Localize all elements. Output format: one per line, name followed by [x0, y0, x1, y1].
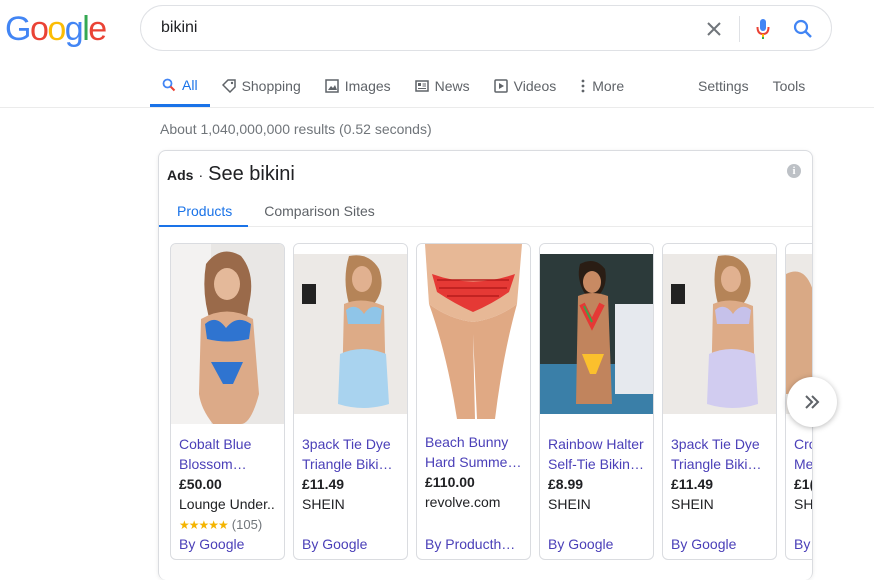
- tools-link[interactable]: Tools: [761, 66, 818, 106]
- video-icon: [493, 79, 508, 93]
- microphone-icon[interactable]: [752, 18, 774, 40]
- tab-label: Images: [344, 78, 391, 94]
- tab-label: Videos: [513, 78, 557, 94]
- logo-letter: G: [5, 10, 31, 48]
- product-title[interactable]: Cro Me: [794, 434, 812, 474]
- tab-all[interactable]: All: [150, 66, 210, 107]
- tab-more[interactable]: More: [568, 66, 636, 106]
- clear-icon[interactable]: [703, 18, 725, 40]
- google-logo[interactable]: Google: [5, 10, 107, 49]
- product-seller: Lounge Under..: [179, 496, 275, 512]
- ads-separator: ·: [198, 167, 204, 183]
- product-image: [417, 244, 530, 424]
- tab-shopping[interactable]: Shopping: [210, 66, 313, 106]
- logo-letter: g: [64, 10, 84, 48]
- product-card[interactable]: Cobalt Blue Blossom… £50.00 Lounge Under…: [170, 243, 285, 560]
- product-price: £1(: [794, 476, 813, 492]
- search-icon[interactable]: [792, 18, 814, 40]
- tabs-divider: [0, 107, 874, 108]
- tab-label: More: [592, 78, 625, 94]
- product-card[interactable]: Rainbow Halter Self-Tie Bikin… £8.99 SHE…: [539, 243, 654, 560]
- info-icon[interactable]: i: [787, 164, 801, 178]
- product-price: £8.99: [548, 476, 584, 492]
- product-title[interactable]: 3pack Tie Dye Triangle Biki…: [671, 434, 771, 474]
- tag-icon: [221, 79, 236, 93]
- tab-label: All: [182, 77, 198, 93]
- image-icon: [324, 79, 339, 93]
- tab-label: News: [434, 78, 470, 94]
- news-icon: [414, 80, 429, 92]
- search-icon: [162, 78, 176, 92]
- product-title[interactable]: 3pack Tie Dye Triangle Biki…: [302, 434, 402, 474]
- tab-news[interactable]: News: [403, 66, 482, 106]
- product-seller: SHEIN: [671, 496, 714, 512]
- product-seller: revolve.com: [425, 494, 501, 510]
- logo-letter: o: [29, 10, 49, 48]
- result-stats: About 1,040,000,000 results (0.52 second…: [160, 121, 432, 137]
- logo-letter: o: [47, 10, 66, 48]
- product-image: [171, 244, 284, 424]
- search-tabs: All Shopping Images News Videos More: [150, 66, 636, 107]
- product-by[interactable]: By: [794, 536, 812, 552]
- ads-label: Ads: [167, 167, 194, 183]
- tab-images[interactable]: Images: [313, 66, 403, 106]
- product-seller: SHEIN: [302, 496, 345, 512]
- product-by[interactable]: By Google: [671, 536, 771, 552]
- tab-label: Shopping: [241, 78, 301, 94]
- ads-subtabs: Products Comparison Sites: [159, 197, 812, 227]
- product-image: [663, 244, 776, 424]
- product-seller: SHEIN: [548, 496, 591, 512]
- product-title[interactable]: Rainbow Halter Self-Tie Bikin…: [548, 434, 648, 474]
- product-image: [540, 244, 653, 424]
- tabs-right: Settings Tools: [686, 66, 817, 106]
- search-input[interactable]: [161, 16, 701, 40]
- product-image: [294, 244, 407, 424]
- product-seller: SH: [794, 496, 813, 512]
- ads-header: Ads · See bikini: [167, 163, 295, 186]
- tab-videos[interactable]: Videos: [482, 66, 569, 106]
- shopping-ads-card: Ads · See bikini i Products Comparison S…: [158, 150, 813, 580]
- product-card[interactable]: 3pack Tie Dye Triangle Biki… £11.49 SHEI…: [293, 243, 408, 560]
- product-by[interactable]: By Google: [179, 536, 279, 552]
- search-divider: [739, 16, 740, 42]
- product-by[interactable]: By Producth…: [425, 536, 525, 552]
- settings-link[interactable]: Settings: [686, 66, 761, 106]
- double-chevron-right-icon: [805, 395, 820, 409]
- product-price: £110.00: [425, 474, 475, 490]
- carousel-next-button[interactable]: [787, 377, 837, 427]
- product-card[interactable]: Beach Bunny Hard Summe… £110.00 revolve.…: [416, 243, 531, 560]
- rating-stars: ★★★★★: [179, 517, 229, 532]
- search-box: [140, 5, 832, 51]
- product-carousel: Cobalt Blue Blossom… £50.00 Lounge Under…: [170, 243, 813, 560]
- subtab-products[interactable]: Products: [159, 197, 249, 227]
- product-price: £11.49: [671, 476, 714, 492]
- product-price: £11.49: [302, 476, 345, 492]
- product-price: £50.00: [179, 476, 222, 492]
- product-rating: ★★★★★ (105): [179, 517, 262, 532]
- dots-vertical-icon: [581, 79, 585, 93]
- review-count: (105): [231, 517, 263, 532]
- logo-letter: e: [88, 10, 107, 48]
- product-card[interactable]: 3pack Tie Dye Triangle Biki… £11.49 SHEI…: [662, 243, 777, 560]
- product-by[interactable]: By Google: [548, 536, 648, 552]
- subtab-comparison-sites[interactable]: Comparison Sites: [264, 197, 375, 227]
- product-title[interactable]: Beach Bunny Hard Summe…: [425, 432, 525, 472]
- product-title[interactable]: Cobalt Blue Blossom…: [179, 434, 279, 474]
- product-by[interactable]: By Google: [302, 536, 402, 552]
- ads-title: See bikini: [208, 163, 295, 185]
